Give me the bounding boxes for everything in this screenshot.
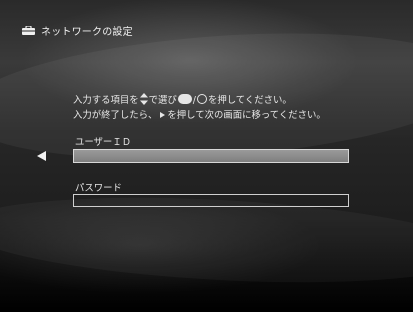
- password-label: パスワード: [75, 183, 122, 194]
- password-field[interactable]: [73, 194, 349, 207]
- network-settings-screen: ネットワークの設定 入力する項目を で選び / を押してください。 入力が終了したら…: [0, 0, 413, 312]
- toolbox-icon: [22, 26, 35, 35]
- instruction-line-2: 入力が終了したら、 を押して次の画面に移ってください。: [73, 107, 326, 121]
- instruction-text: /: [192, 95, 196, 106]
- user-id-label: ユーザーＩＤ: [75, 137, 132, 148]
- user-id-field[interactable]: [73, 149, 349, 163]
- focus-indicator-arrow-icon: [37, 151, 46, 161]
- instruction-text: を押してください。: [207, 95, 292, 106]
- updown-arrows-icon: [139, 93, 148, 105]
- enter-button-icon: [177, 94, 192, 104]
- header: ネットワークの設定: [0, 0, 413, 44]
- right-arrow-icon: [160, 112, 166, 118]
- instruction-text: 入力が終了したら、: [73, 110, 158, 121]
- circle-button-icon: [196, 94, 207, 104]
- instruction-text: を押して次の画面に移ってください。: [167, 110, 326, 121]
- instruction-text: 入力する項目を: [73, 95, 139, 106]
- instruction-text: で選び: [148, 95, 177, 106]
- instruction-line-1: 入力する項目を で選び / を押してください。: [73, 92, 292, 106]
- page-title: ネットワークの設定: [41, 27, 133, 38]
